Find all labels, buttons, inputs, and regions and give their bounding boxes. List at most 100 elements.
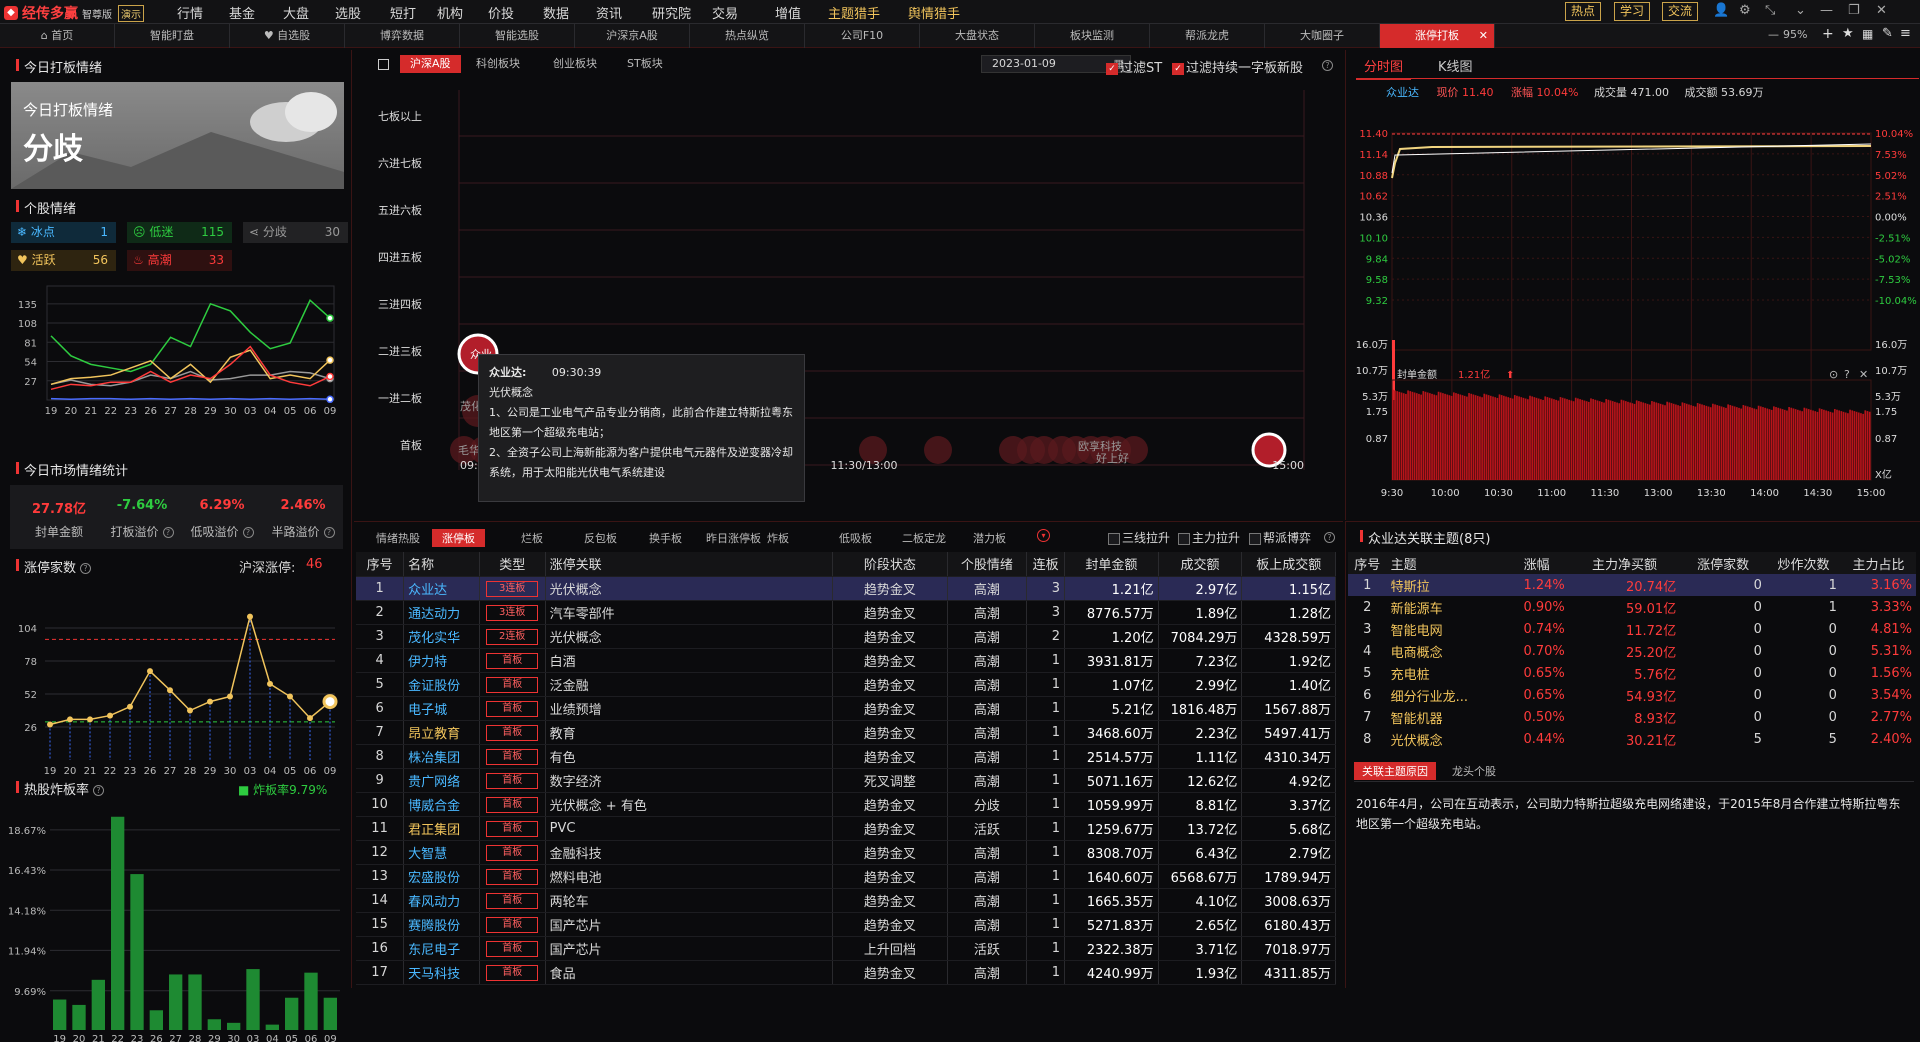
chip-climax[interactable]: ♨ 高潮 33 bbox=[127, 250, 232, 271]
menu-trade[interactable]: 交易 bbox=[712, 3, 738, 22]
column-header[interactable]: 类型 bbox=[479, 552, 546, 577]
table-row[interactable]: 3 智能电网 0.74% 11.72亿 0 0 4.81% bbox=[1348, 618, 1916, 640]
tab-st[interactable]: ST板块 bbox=[617, 55, 673, 73]
user-icon[interactable]: 👤 bbox=[1713, 3, 1729, 18]
filter-checkbox[interactable]: 三线拉升 bbox=[1108, 529, 1170, 546]
column-header[interactable]: 主题 bbox=[1386, 552, 1505, 574]
tab-f10[interactable]: 公司F10 bbox=[805, 24, 920, 48]
table-row[interactable]: 16 东尼电子 首板 国产芯片 上升回档 活跃 1 2322.38万 3.71亿 7018.97万 bbox=[356, 936, 1336, 961]
column-header[interactable]: 名称 bbox=[403, 552, 480, 577]
tab-game-data[interactable]: 博弈数据 bbox=[345, 24, 460, 48]
chevron-down-icon[interactable]: ⌄ bbox=[1795, 3, 1806, 18]
chip-ice[interactable]: ❄ 冰点 1 bbox=[11, 222, 116, 243]
column-header[interactable]: 个股情绪 bbox=[947, 552, 1028, 577]
menu-theme-hunter[interactable]: 主题猎手 bbox=[828, 3, 880, 22]
tab-mood-hot[interactable]: 情绪热股 bbox=[376, 530, 420, 546]
chip-split[interactable]: ⋖ 分歧 30 bbox=[243, 222, 348, 243]
table-row[interactable]: 13 宏盛股份 首板 燃料电池 趋势金叉 高潮 1 1640.60万 6568.67万 1789.… bbox=[356, 864, 1336, 889]
settings-icon[interactable]: ⊙ bbox=[1829, 368, 1838, 381]
table-row[interactable]: 1 特斯拉 1.24% 20.74亿 0 1 3.16% bbox=[1348, 574, 1916, 596]
chip-active[interactable]: ♥ 活跃 56 bbox=[11, 250, 116, 271]
column-header[interactable]: 涨停关联 bbox=[545, 552, 834, 577]
table-row[interactable]: 9 贵广网络 首板 数字经济 死叉调整 高潮 1 5071.16万 12.62亿 4.92亿 bbox=[356, 768, 1336, 793]
menu-value-add[interactable]: 增值 bbox=[775, 3, 801, 22]
filter-checkbox[interactable]: 主力拉升 bbox=[1178, 529, 1240, 546]
shrink-icon[interactable]: ⤡ bbox=[1765, 3, 1775, 18]
menu-data[interactable]: 数据 bbox=[543, 3, 569, 22]
tab-kline[interactable]: K线图 bbox=[1438, 56, 1473, 75]
column-header[interactable]: 阶段状态 bbox=[832, 552, 948, 577]
tab-sector-monitor[interactable]: 板块监测 bbox=[1035, 24, 1150, 48]
table-cell[interactable]: 天马科技 bbox=[403, 960, 480, 985]
menu-sentiment-hunter[interactable]: 舆情猎手 bbox=[908, 3, 960, 22]
column-header[interactable]: 主力占比 bbox=[1840, 552, 1916, 574]
table-cell[interactable]: 赛腾股份 bbox=[403, 912, 480, 937]
table-row[interactable]: 5 金证股份 首板 泛金融 趋势金叉 高潮 1 1.07亿 2.99亿 1.40亿 bbox=[356, 672, 1336, 697]
column-header[interactable]: 涨幅 bbox=[1504, 552, 1569, 574]
menu-quote[interactable]: 行情 bbox=[177, 3, 203, 22]
tab-star[interactable]: 科创板块 bbox=[466, 55, 530, 73]
more-icon[interactable]: ≡ bbox=[1900, 26, 1911, 41]
learn-button[interactable]: 学习 bbox=[1614, 2, 1650, 21]
tab-potential[interactable]: 潜力板 bbox=[973, 530, 1006, 546]
table-cell[interactable]: 茂化实华 bbox=[403, 624, 480, 649]
table-cell[interactable]: 电子城 bbox=[403, 696, 480, 721]
table-row[interactable]: 14 春风动力 首板 两轮车 趋势金叉 高潮 1 1665.35万 4.10亿 3008.63万 bbox=[356, 888, 1336, 913]
chip-low[interactable]: ☹ 低迷 115 bbox=[127, 222, 232, 243]
tab-watchlist[interactable]: ♥ 自选股 bbox=[230, 24, 345, 48]
tab-home[interactable]: ⌂ 首页 bbox=[0, 24, 115, 48]
tab-related-reason[interactable]: 关联主题原因 bbox=[1354, 762, 1436, 780]
tab-intraday[interactable]: 分时图 bbox=[1356, 56, 1412, 80]
settings-icon[interactable]: ⚙ bbox=[1739, 3, 1751, 18]
tab-reversal[interactable]: 反包板 bbox=[584, 530, 617, 546]
help-icon[interactable]: ? bbox=[93, 785, 105, 796]
menu-short[interactable]: 短打 bbox=[390, 3, 416, 22]
table-row[interactable]: 8 株冶集团 首板 有色 趋势金叉 高潮 1 2514.57万 1.11亿 4310.34万 bbox=[356, 744, 1336, 769]
table-row[interactable]: 15 赛腾股份 首板 国产芯片 趋势金叉 高潮 1 5271.83万 2.65亿 6180.43万 bbox=[356, 912, 1336, 937]
column-header[interactable]: 主力净买额 bbox=[1568, 552, 1681, 574]
help-icon[interactable]: ? bbox=[1844, 368, 1850, 381]
tab-a-share[interactable]: 沪深京A股 bbox=[575, 24, 690, 48]
tab-broken[interactable]: 烂板 bbox=[521, 530, 543, 546]
menu-stock-pick[interactable]: 选股 bbox=[335, 3, 361, 22]
table-row[interactable]: 2 通达动力 3连板 汽车零部件 趋势金叉 高潮 3 8776.57万 1.89亿 1.28亿 bbox=[356, 600, 1336, 625]
table-cell[interactable]: 通达动力 bbox=[403, 600, 480, 625]
close-icon[interactable]: ✕ bbox=[1876, 3, 1887, 18]
tab-smart-monitor[interactable]: 智能盯盘 bbox=[115, 24, 230, 48]
menu-institution[interactable]: 机构 bbox=[437, 3, 463, 22]
tab-limit-up[interactable]: 涨停打板 ✕ bbox=[1380, 24, 1495, 48]
table-row[interactable]: 1 众业达 3连板 光伏概念 趋势金叉 高潮 3 1.21亿 2.97亿 1.15亿 bbox=[356, 576, 1336, 601]
tab-turnover[interactable]: 换手板 bbox=[649, 530, 682, 546]
menu-news[interactable]: 资讯 bbox=[596, 3, 622, 22]
column-header[interactable]: 板上成交额 bbox=[1241, 552, 1336, 577]
sidebar-toggle-icon[interactable] bbox=[378, 59, 389, 70]
table-cell[interactable]: 君正集团 bbox=[403, 816, 480, 841]
tab-gang-dragon[interactable]: 帮派龙虎 bbox=[1150, 24, 1265, 48]
help-icon[interactable]: ? bbox=[1322, 60, 1333, 71]
tab-leader-stocks[interactable]: 龙头个股 bbox=[1452, 763, 1496, 779]
filter-new-stock[interactable]: ✓ 过滤持续一字板新股 bbox=[1172, 57, 1303, 76]
table-row[interactable]: 6 电子城 首板 业绩预增 趋势金叉 高潮 1 5.21亿 1816.48万 1567.88万 bbox=[356, 696, 1336, 721]
exchange-button[interactable]: 交流 bbox=[1662, 2, 1698, 21]
close-tab-icon[interactable]: ✕ bbox=[1479, 24, 1488, 48]
column-header[interactable]: 成交额 bbox=[1158, 552, 1243, 577]
help-icon[interactable]: ? bbox=[162, 527, 174, 538]
table-row[interactable]: 5 充电桩 0.65% 5.76亿 0 0 1.56% bbox=[1348, 662, 1916, 684]
column-header[interactable]: 涨停家数 bbox=[1680, 552, 1766, 574]
tab-gem[interactable]: 创业板块 bbox=[543, 55, 607, 73]
column-header[interactable]: 连板 bbox=[1026, 552, 1066, 577]
table-cell[interactable]: 春风动力 bbox=[403, 888, 480, 913]
help-icon[interactable]: ? bbox=[1324, 532, 1335, 543]
table-cell[interactable]: 宏盛股份 bbox=[403, 864, 480, 889]
help-icon[interactable]: ? bbox=[80, 563, 92, 574]
column-header[interactable]: 序号 bbox=[356, 552, 405, 577]
tab-smart-pick[interactable]: 智能选股 bbox=[460, 24, 575, 48]
help-icon[interactable]: ? bbox=[323, 527, 335, 538]
menu-fund[interactable]: 基金 bbox=[229, 3, 255, 22]
star-icon[interactable]: ★ bbox=[1842, 26, 1854, 41]
tab-vip-circle[interactable]: 大咖圈子 bbox=[1265, 24, 1380, 48]
table-row[interactable]: 17 天马科技 首板 食品 趋势金叉 高潮 1 4240.99万 1.93亿 4311.85万 bbox=[356, 960, 1336, 985]
hot-button[interactable]: 热点 bbox=[1565, 2, 1601, 21]
table-row[interactable]: 7 昂立教育 首板 教育 趋势金叉 高潮 1 3468.60万 2.23亿 5497.41万 bbox=[356, 720, 1336, 745]
tab-hot-overview[interactable]: 热点纵览 bbox=[690, 24, 805, 48]
